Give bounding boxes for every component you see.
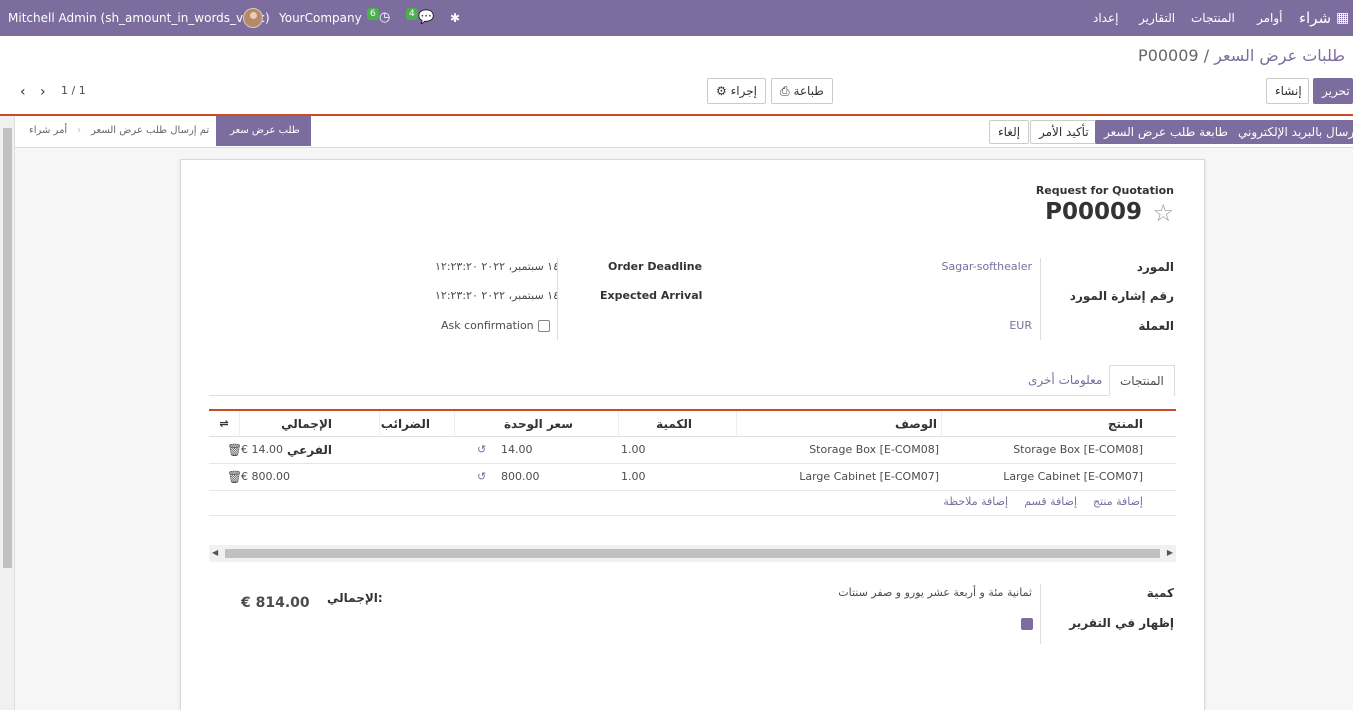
clock-icon[interactable]: ◷: [379, 0, 390, 36]
apps-grid-icon[interactable]: ▦: [1336, 0, 1349, 36]
ask-confirmation-checkbox[interactable]: [538, 320, 550, 332]
add-product-link[interactable]: إضافة منتج: [1093, 495, 1143, 508]
breadcrumb-parent[interactable]: طلبات عرض السعر: [1214, 46, 1345, 65]
field-divider: [557, 258, 558, 340]
horizontal-scrollbar-thumb[interactable]: [225, 549, 1160, 558]
breadcrumb-current: P00009: [1138, 46, 1199, 65]
print-rfq-button[interactable]: طابعة طلب عرض السعر: [1095, 120, 1237, 144]
line-description[interactable]: Large Cabinet [E-COM07]: [799, 464, 939, 490]
total-label: الإجمالي:: [327, 591, 383, 605]
pager-next-icon[interactable]: ›: [40, 84, 46, 100]
line-product[interactable]: Storage Box [E-COM08]: [1013, 437, 1143, 463]
expected-arrival-label: Expected Arrival: [600, 289, 703, 302]
menu-item-configuration[interactable]: إعداد: [1093, 0, 1118, 36]
field-divider: [1040, 584, 1041, 644]
expected-arrival-field[interactable]: ١٤ سبتمبر، ٢٠٢٢ ١٢:٢٣:٢٠: [435, 289, 559, 302]
show-in-report-checkbox[interactable]: [1021, 618, 1033, 630]
bug-icon[interactable]: ✱: [450, 0, 460, 36]
column-subtotal[interactable]: الإجمالي الفرعي: [239, 411, 379, 457]
column-settings-icon[interactable]: ⇌: [209, 411, 239, 437]
price-reset-icon[interactable]: ↺: [477, 437, 486, 463]
tab-products[interactable]: المنتجات: [1109, 365, 1175, 396]
scroll-left-icon[interactable]: ◀: [212, 548, 218, 557]
tab-other-info[interactable]: معلومات أخرى: [1018, 365, 1112, 396]
column-quantity[interactable]: الكمية: [618, 411, 736, 437]
top-navbar: Mitchell Admin (sh_amount_in_words_v16c)…: [0, 0, 1353, 36]
total-value: € 814.00: [241, 595, 310, 611]
ask-confirmation-label: Ask confirmation: [441, 319, 534, 332]
confirm-order-button[interactable]: تأكيد الأمر: [1030, 120, 1098, 144]
menu-item-reporting[interactable]: التقارير: [1139, 0, 1175, 36]
app-title[interactable]: شراء: [1299, 0, 1331, 36]
column-taxes[interactable]: الضرائب: [379, 411, 454, 437]
line-unit-price[interactable]: 800.00: [501, 464, 540, 490]
menu-item-products[interactable]: المنتجات: [1191, 0, 1235, 36]
activity-badge: 6: [367, 8, 379, 20]
line-unit-price[interactable]: 14.00: [501, 437, 533, 463]
stage-purchase-order[interactable]: أمر شراء: [29, 116, 67, 146]
add-line-row: إضافة منتج إضافة قسم إضافة ملاحظة: [209, 490, 1176, 516]
column-description[interactable]: الوصف: [736, 411, 941, 437]
line-description[interactable]: Storage Box [E-COM08]: [809, 437, 939, 463]
vertical-scrollbar-thumb[interactable]: [3, 128, 12, 568]
price-reset-icon[interactable]: ↺: [477, 464, 486, 490]
document-number: P00009: [1045, 199, 1142, 225]
currency-label: العملة: [1138, 319, 1174, 333]
trash-icon[interactable]: 🗑: [227, 464, 242, 490]
column-product[interactable]: المنتج: [941, 411, 1176, 437]
field-divider: [1040, 258, 1041, 340]
breadcrumb-separator: /: [1203, 46, 1210, 65]
company-switcher[interactable]: YourCompany: [279, 0, 362, 36]
amount-in-words-value: ثمانية مئة و أربعة عشر يورو و صفر سنتات: [838, 586, 1032, 599]
add-note-link[interactable]: إضافة ملاحظة: [943, 495, 1008, 508]
create-button[interactable]: إنشاء: [1266, 78, 1309, 104]
stage-separator-icon: ›: [77, 125, 81, 136]
show-in-report-label: إظهار في التقرير: [1069, 616, 1174, 630]
table-row[interactable]: 🗑 € 14.00 ↺ 14.00 1.00 Storage Box [E-CO…: [209, 437, 1176, 464]
line-subtotal: € 14.00: [241, 443, 283, 456]
scroll-right-icon[interactable]: ▶: [1167, 548, 1173, 557]
vertical-scrollbar[interactable]: [0, 116, 15, 710]
stage-rfq-sent[interactable]: تم إرسال طلب عرض السعر: [91, 116, 209, 146]
breadcrumb: P00009 / طلبات عرض السعر: [1138, 46, 1345, 65]
vendor-label: المورد: [1136, 260, 1174, 274]
cancel-button[interactable]: إلغاء: [989, 120, 1030, 144]
line-subtotal: € 800.00: [241, 470, 290, 483]
star-icon[interactable]: ☆: [1152, 199, 1174, 227]
order-lines-header: ⇌ الإجمالي الفرعي الضرائب سعر الوحدة الك…: [209, 409, 1176, 457]
pager-previous-icon[interactable]: ‹: [20, 84, 26, 100]
line-product[interactable]: Large Cabinet [E-COM07]: [1003, 464, 1143, 490]
menu-item-orders[interactable]: أوامر: [1257, 0, 1283, 36]
message-badge: 4: [406, 8, 418, 20]
vendor-field[interactable]: Sagar-softhealer: [941, 260, 1032, 273]
form-sheet: Request for Quotation ☆ P00009 المورد Sa…: [180, 159, 1205, 710]
edit-button[interactable]: تحرير: [1313, 78, 1353, 104]
print-button[interactable]: ⎙ طباعة: [771, 78, 833, 104]
user-menu[interactable]: Mitchell Admin (sh_amount_in_words_v16c): [8, 0, 270, 36]
stage-rfq[interactable]: طلب عرض سعر: [216, 116, 311, 146]
send-email-button[interactable]: إرسال بالبريد الإلكتروني: [1229, 120, 1353, 144]
print-button-label: طباعة: [793, 84, 824, 98]
action-button-label: إجراء: [730, 84, 757, 98]
gear-icon: ⚙: [716, 84, 727, 98]
column-unit-price[interactable]: سعر الوحدة: [454, 411, 618, 437]
avatar[interactable]: [243, 8, 263, 28]
vendor-reference-label: رقم إشارة المورد: [1069, 289, 1174, 303]
printer-icon: ⎙: [780, 84, 790, 98]
statusbar: أمر شراء › تم إرسال طلب عرض السعر طلب عر…: [15, 116, 1353, 148]
table-row[interactable]: 🗑 € 800.00 ↺ 800.00 1.00 Large Cabinet […: [209, 464, 1176, 491]
add-section-link[interactable]: إضافة قسم: [1024, 495, 1077, 508]
pager-value[interactable]: 1 / 1: [61, 84, 86, 97]
document-type: Request for Quotation: [1035, 184, 1174, 197]
action-button[interactable]: ⚙ إجراء: [707, 78, 766, 104]
line-quantity[interactable]: 1.00: [621, 437, 646, 463]
amount-in-words-label: كمية: [1146, 586, 1174, 600]
line-quantity[interactable]: 1.00: [621, 464, 646, 490]
horizontal-scrollbar[interactable]: ◀ ▶: [209, 545, 1176, 562]
order-deadline-field[interactable]: ١٤ سبتمبر، ٢٠٢٢ ١٢:٢٣:٢٠: [435, 260, 559, 273]
trash-icon[interactable]: 🗑: [227, 437, 242, 463]
chat-icon[interactable]: 💬: [418, 0, 434, 36]
order-deadline-label: Order Deadline: [608, 260, 703, 273]
currency-field[interactable]: EUR: [1009, 319, 1032, 332]
